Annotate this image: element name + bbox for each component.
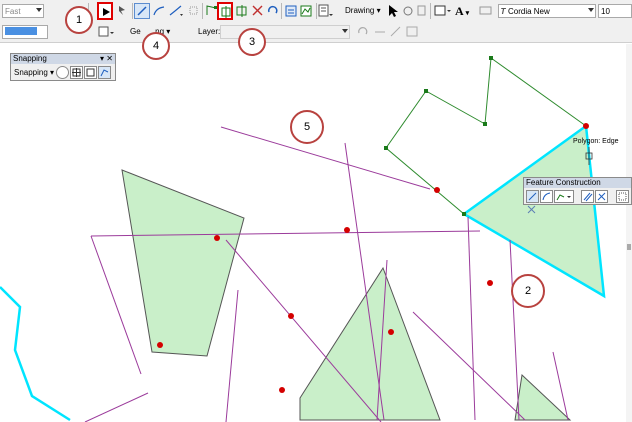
edit-annotation-icon: [119, 6, 125, 15]
callout-1: 1: [65, 6, 93, 34]
split-icon: [252, 5, 263, 16]
link-table-icon: [406, 26, 418, 37]
add-control-points-button[interactable]: [388, 24, 404, 40]
endpoint-arc-icon[interactable]: [540, 190, 553, 203]
straight-segment-button[interactable]: [134, 3, 150, 19]
font-icon: 𝑻: [501, 7, 506, 16]
new-rectangle-button[interactable]: [433, 3, 453, 19]
callout-icon: [479, 6, 492, 15]
select-arrow-icon: [389, 5, 398, 17]
trace-icon: [169, 5, 183, 16]
edit-annotation-button[interactable]: [115, 3, 131, 19]
polygon-bottom[interactable]: [299, 266, 441, 421]
rotate-tool-button[interactable]: [265, 3, 281, 19]
callout-4: 4: [142, 32, 170, 60]
rectangle-icon: [434, 5, 451, 16]
sketch-properties-button[interactable]: [298, 3, 314, 19]
toolbar-grip-icon: [46, 3, 50, 19]
vertex-snapping-icon[interactable]: [84, 66, 97, 79]
edge-snapping-icon[interactable]: [98, 66, 111, 79]
new-text-button[interactable]: A ▾: [455, 3, 475, 19]
polygon-right-bottom[interactable]: [514, 373, 572, 421]
reshape-feature-button[interactable]: [217, 2, 233, 20]
finish-sketch-icon[interactable]: [616, 190, 629, 203]
layer-color-combo[interactable]: [2, 25, 48, 39]
zoom-page-icon: [417, 5, 426, 16]
end-point-arc-button[interactable]: [151, 3, 167, 19]
snapping-title-bar[interactable]: Snapping ▾ ✕: [11, 54, 115, 64]
font-size-combo[interactable]: 10: [598, 4, 632, 18]
control-points-icon: [390, 26, 401, 37]
layer-label: Layer:: [198, 27, 221, 36]
straight-segment-icon: [137, 6, 147, 16]
feature-construction-title-bar[interactable]: Feature Construction: [524, 178, 631, 188]
snapping-menu[interactable]: Snapping ▾: [14, 66, 54, 80]
toolbar-separator: [281, 3, 282, 19]
map-scrollbar[interactable]: [626, 44, 632, 422]
attributes-button[interactable]: [283, 3, 299, 19]
feature-construction-toolbar[interactable]: Feature Construction: [523, 177, 632, 205]
point-snapping-icon[interactable]: [56, 66, 69, 79]
perpendicular-icon[interactable]: [595, 190, 608, 203]
speed-combo[interactable]: Fast: [2, 4, 44, 18]
table-options-icon: [98, 26, 114, 37]
selected-line-left[interactable]: [0, 286, 71, 422]
rotate-disabled-icon: [358, 27, 368, 35]
toolbar-separator: [132, 3, 133, 19]
map-scrollbar-thumb[interactable]: [627, 244, 631, 250]
cut-polygon-icon: [236, 5, 247, 17]
toolbar-separator: [202, 3, 203, 19]
edit-tool-button[interactable]: [97, 2, 113, 20]
link-table-button[interactable]: [404, 24, 420, 40]
font-name-combo[interactable]: 𝑻 Cordia New: [498, 4, 596, 18]
rotate-icon: [268, 5, 278, 14]
reshape-icon: [221, 6, 231, 18]
cut-polygons-button[interactable]: [234, 3, 250, 19]
callout-2: 2: [511, 274, 545, 308]
attributes-icon: [285, 5, 297, 17]
snapping-toolbar[interactable]: Snapping ▾ ✕ Snapping ▾: [10, 53, 116, 81]
polygon-left[interactable]: [121, 169, 245, 357]
select-elements-button[interactable]: [385, 3, 401, 19]
end-snapping-icon[interactable]: [70, 66, 83, 79]
sketch-properties-icon: [300, 5, 312, 17]
shift-disabled-icon: [375, 31, 385, 33]
point-icon: [189, 6, 198, 15]
straight-segment-icon[interactable]: [526, 190, 539, 203]
close-icon[interactable]: ▾ ✕: [100, 54, 113, 64]
callout-3: 3: [238, 28, 266, 56]
construction-methods-icon[interactable]: [554, 190, 574, 203]
create-features-button[interactable]: [317, 3, 335, 19]
table-options-button[interactable]: [96, 24, 118, 40]
arc-segment-icon: [153, 6, 165, 16]
georeferencing-toolbar: Ge ng ▾ Layer:: [0, 22, 632, 43]
rotate-button[interactable]: [355, 24, 371, 40]
trace-tool-button[interactable]: [168, 3, 186, 19]
shift-button[interactable]: [372, 24, 388, 40]
edit-arrow-icon: [103, 8, 110, 16]
color-swatch: [5, 27, 37, 35]
toolbar-separator: [430, 3, 431, 19]
polygon-selected[interactable]: [461, 123, 606, 299]
create-features-icon: [318, 4, 333, 17]
callout-5: 5: [290, 110, 324, 144]
callout-button[interactable]: [478, 3, 494, 19]
snap-tip-label: Polygon: Edge: [573, 138, 619, 145]
drawing-menu[interactable]: Drawing ▾: [345, 4, 381, 18]
point-tool-button[interactable]: [186, 3, 202, 19]
editor-toolbar: Fast Drawing ▾ A ▾ 𝑻 Cordia New 10: [0, 0, 632, 23]
zoom-whole-page-button[interactable]: [414, 3, 430, 19]
split-tool-button[interactable]: [250, 3, 266, 19]
parallel-icon[interactable]: [581, 190, 594, 203]
